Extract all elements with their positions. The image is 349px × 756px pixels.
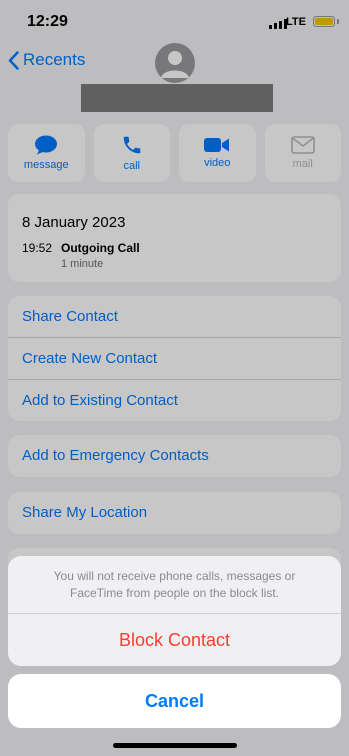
action-sheet: You will not receive phone calls, messag… — [8, 556, 341, 666]
home-indicator — [113, 743, 237, 748]
block-contact-button[interactable]: Block Contact — [8, 614, 341, 666]
cancel-button[interactable]: Cancel — [8, 674, 341, 728]
action-sheet-message: You will not receive phone calls, messag… — [8, 556, 341, 614]
